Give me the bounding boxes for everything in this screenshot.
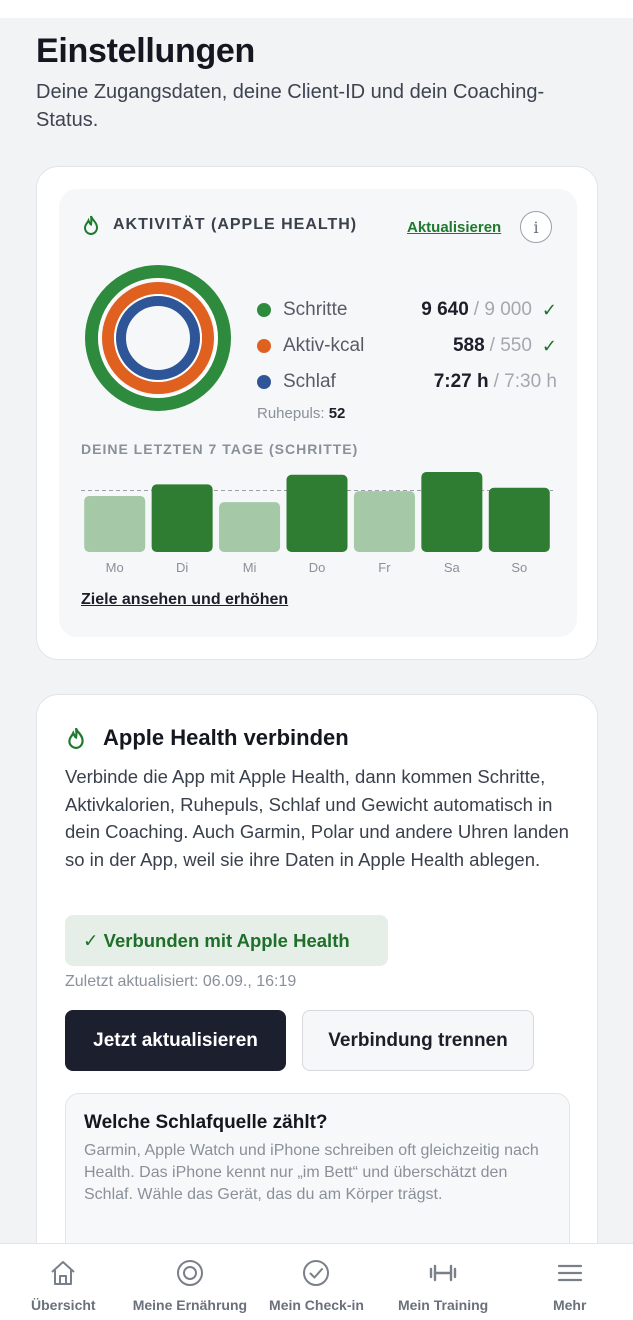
check-icon: ✓: [541, 335, 557, 356]
home-icon: [51, 1261, 75, 1285]
day-label: Di: [176, 560, 188, 575]
sleep-ring: [116, 296, 200, 380]
day-label: Fr: [378, 560, 391, 575]
metric-value: 9 640 / 9 000 ✓: [421, 299, 557, 321]
steps-bar-chart: Mo Di Mi Do Fr Sa So: [81, 472, 553, 575]
flame-icon: [83, 215, 99, 235]
day-label: So: [511, 560, 527, 575]
bar-sa: [421, 472, 483, 552]
bar-mi: [219, 502, 281, 552]
steps-dot: [257, 303, 271, 317]
tab-label: Mehr: [552, 1297, 587, 1313]
activity-rings: [85, 265, 231, 411]
flame-icon: [68, 727, 84, 749]
metric-label: Schritte: [283, 299, 348, 320]
metric-kcal: Aktiv-kcal 588 / 550 ✓: [257, 332, 557, 360]
status-bar-area: [0, 0, 633, 18]
page-title: Einstellungen: [36, 32, 256, 70]
menu-icon: [557, 1264, 582, 1282]
connect-description: Verbinde die App mit Apple Health, dann …: [65, 766, 569, 870]
connected-status-badge: ✓ Verbunden mit Apple Health: [65, 915, 388, 966]
week-chart-title: DEINE LETZTEN 7 TAGE (SCHRITTE): [81, 441, 359, 457]
metric-label: Aktiv-kcal: [283, 335, 365, 356]
info-icon: i: [533, 217, 539, 237]
day-label: Sa: [444, 560, 461, 575]
bottom-tab-bar: Übersicht Meine Ernährung Mein Check-in …: [0, 1243, 633, 1320]
sleep-source-title: Welche Schlafquelle zählt?: [84, 1112, 328, 1133]
bar-fr: [353, 491, 415, 552]
sleep-source-text: Garmin, Apple Watch und iPhone schreiben…: [84, 1142, 539, 1203]
health-connect-card: Apple Health verbinden Verbinde die App …: [36, 694, 598, 1314]
tab-more[interactable]: Mehr: [506, 1244, 633, 1320]
resting-pulse-label: Ruhepuls:: [257, 405, 325, 422]
activity-title: AKTIVITÄT (APPLE HEALTH): [113, 216, 358, 233]
dumbbell-icon: [429, 1264, 457, 1282]
day-label: Mo: [106, 560, 124, 575]
kcal-value: 588: [452, 335, 485, 356]
resting-pulse-value: 52: [328, 405, 346, 422]
connect-header: Apple Health verbinden: [67, 725, 349, 751]
sleep-goal: / 7:30 h: [493, 371, 557, 392]
kcal-dot: [257, 339, 271, 353]
check-circle-icon: [303, 1260, 330, 1286]
tab-overview[interactable]: Übersicht: [0, 1244, 127, 1320]
metric-value: 588 / 550 ✓: [453, 335, 557, 357]
tab-checkin[interactable]: Mein Check-in: [253, 1244, 380, 1320]
tab-label: Übersicht: [31, 1297, 96, 1313]
day-label: Mi: [243, 560, 257, 575]
refresh-link[interactable]: Aktualisieren: [407, 219, 501, 236]
tab-label: Mein Training: [397, 1297, 489, 1313]
bar-do: [286, 474, 348, 552]
metric-sleep: Schlaf 7:27 h / 7:30 h: [257, 368, 557, 396]
bar-di: [151, 484, 213, 552]
metric-label: Schlaf: [283, 371, 336, 392]
bar-mo: [84, 495, 146, 552]
steps-value: 9 640: [421, 299, 469, 320]
bar-so: [488, 487, 550, 552]
info-button[interactable]: i: [520, 211, 552, 243]
page-subtitle: Deine Zugangsdaten, deine Client-ID und …: [36, 81, 545, 131]
activity-card: AKTIVITÄT (APPLE HEALTH) Aktualisieren i…: [36, 166, 598, 660]
activity-header: AKTIVITÄT (APPLE HEALTH): [83, 215, 357, 235]
sleep-dot: [257, 375, 271, 389]
tab-label: Mein Check-in: [269, 1297, 364, 1313]
view-goals-link[interactable]: Ziele ansehen und erhöhen: [81, 591, 288, 609]
target-icon: [176, 1260, 203, 1286]
day-label: Do: [309, 560, 326, 575]
tab-training[interactable]: Mein Training: [380, 1244, 507, 1320]
steps-goal: / 9 000: [473, 299, 532, 320]
metric-value: 7:27 h / 7:30 h: [434, 371, 557, 393]
sleep-value: 7:27 h: [433, 371, 489, 392]
kcal-goal: / 550: [489, 335, 532, 356]
metric-steps: Schritte 9 640 / 9 000 ✓: [257, 296, 557, 324]
resting-pulse: Ruhepuls: 52: [257, 405, 345, 422]
tab-label: Meine Ernährung: [132, 1297, 248, 1313]
check-icon: ✓: [541, 299, 557, 320]
connect-title: Apple Health verbinden: [103, 725, 349, 750]
activity-panel: AKTIVITÄT (APPLE HEALTH) Aktualisieren i…: [59, 189, 577, 637]
tab-nutrition[interactable]: Meine Ernährung: [127, 1244, 254, 1320]
chart-baseline: [81, 552, 553, 556]
last-updated: Zuletzt aktualisiert: 06.09., 16:19: [65, 973, 297, 990]
disconnect-button[interactable]: Verbindung trennen: [302, 1010, 534, 1071]
update-now-button[interactable]: Jetzt aktualisieren: [65, 1010, 286, 1071]
